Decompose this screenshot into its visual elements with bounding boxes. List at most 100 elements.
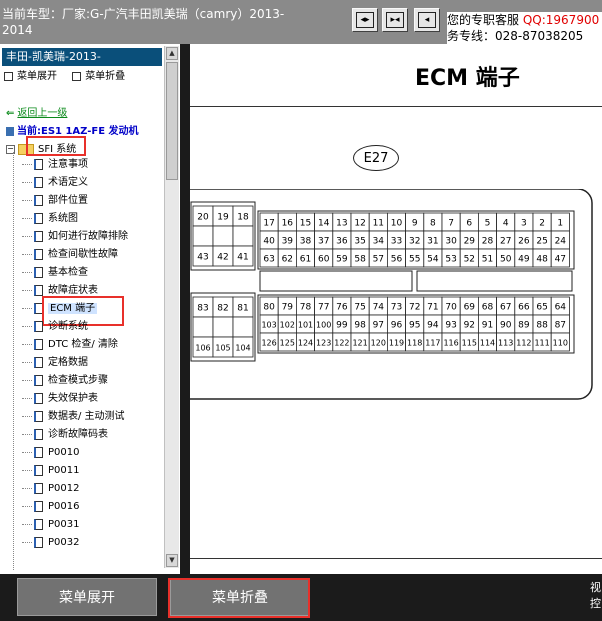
pin-number: 121 [352, 339, 367, 348]
pin-number: 20 [197, 213, 209, 223]
vehicle-label: 当前车型：厂家:G-广汽丰田凯美瑞（camry）2013-2014 [2, 7, 285, 37]
pin-number: 90 [500, 321, 512, 331]
document-icon [34, 194, 43, 206]
pin-number: 10 [391, 219, 403, 229]
pin-number: 32 [409, 237, 420, 247]
document-icon [34, 338, 43, 350]
tree-item-p0031[interactable]: P0031 [22, 516, 79, 534]
arrows-icon: ◂▸ [356, 12, 374, 28]
pin-number: 112 [516, 339, 531, 348]
sidebar: 丰田-凯美瑞-2013- 菜单展开 菜单折叠 ⇐ 返回上一级 当前:ES1 1AZ… [0, 44, 180, 574]
pin-number: 100 [316, 321, 331, 330]
tree-item-precautions[interactable]: 注意事项 [22, 156, 88, 174]
pin-number: 28 [482, 237, 494, 247]
tree-item-dtc-chart[interactable]: 诊断故障码表 [22, 426, 108, 444]
left-bottom-pin-cell [192, 316, 214, 338]
left-top-pin-cell [232, 225, 254, 247]
tree-item-troubleshooting[interactable]: 如何进行故障排除 [22, 228, 128, 246]
document-icon [34, 158, 43, 170]
pin-number: 40 [263, 237, 275, 247]
top-bar: 当前车型：厂家:G-广汽丰田凯美瑞（camry）2013-2014 ◂▸ ▸◂ … [0, 0, 602, 44]
toolbar-button-3[interactable]: ◂ [414, 8, 440, 32]
tree-item-p0012[interactable]: P0012 [22, 480, 79, 498]
document-icon [34, 176, 43, 188]
menu-collapse-link[interactable]: 菜单折叠 [72, 71, 125, 82]
pin-number: 79 [282, 303, 294, 313]
pin-number: 4 [503, 219, 509, 229]
tree-item-check-mode[interactable]: 检查模式步骤 [22, 372, 108, 390]
pin-number: 123 [316, 339, 331, 348]
tree-item-basic-inspection[interactable]: 基本检查 [22, 264, 88, 282]
expand-icon [4, 71, 13, 81]
pin-number: 64 [555, 303, 567, 313]
pin-number: 98 [354, 321, 366, 331]
pin-number: 115 [462, 339, 477, 348]
left-top-pin-cell [212, 225, 234, 247]
scroll-down-icon[interactable]: ▼ [166, 554, 178, 567]
pin-number: 41 [237, 253, 248, 263]
tree-item-p0032[interactable]: P0032 [22, 534, 79, 552]
left-bottom-pin-cell [232, 316, 254, 338]
pin-number: 2 [539, 219, 545, 229]
pin-number: 80 [263, 303, 275, 313]
pin-number: 50 [500, 255, 512, 265]
tree-item-p0010[interactable]: P0010 [22, 444, 79, 462]
pin-number: 33 [391, 237, 402, 247]
pin-number: 110 [553, 339, 568, 348]
menu-expand-button[interactable]: 菜单展开 [17, 578, 157, 616]
arrows-inward-icon: ▸◂ [386, 12, 404, 28]
tree-item-parts-location[interactable]: 部件位置 [22, 192, 88, 210]
tree-item-fail-safe[interactable]: 失效保护表 [22, 390, 98, 408]
pin-number: 42 [217, 253, 228, 263]
pin-number: 102 [280, 321, 295, 330]
pin-number: 76 [336, 303, 348, 313]
pin-number: 47 [555, 255, 566, 265]
pin-number: 95 [409, 321, 420, 331]
pin-number: 38 [300, 237, 312, 247]
pin-number: 5 [485, 219, 491, 229]
support-qq[interactable]: QQ:1967900 [523, 13, 599, 27]
tree-item-terms[interactable]: 术语定义 [22, 174, 88, 192]
pin-number: 6 [466, 219, 472, 229]
scroll-up-icon[interactable]: ▲ [166, 47, 178, 60]
document-icon [34, 446, 43, 458]
tree-item-dtc-check[interactable]: DTC 检查/ 清除 [22, 336, 118, 354]
document-icon [34, 500, 43, 512]
back-link[interactable]: ⇐ 返回上一级 [6, 104, 67, 119]
pin-number: 57 [373, 255, 384, 265]
pin-number: 25 [536, 237, 547, 247]
tree-item-intermittent[interactable]: 检查间歇性故障 [22, 246, 118, 264]
sidebar-scrollbar[interactable]: ▲ ▼ [164, 46, 179, 568]
pin-number: 55 [409, 255, 420, 265]
pin-number: 120 [371, 339, 386, 348]
menu-expand-link[interactable]: 菜单展开 [4, 71, 57, 82]
tree-item-freeze-frame[interactable]: 定格数据 [22, 354, 88, 372]
support-label: 您的专职客服 [447, 13, 520, 27]
document-icon [34, 536, 43, 548]
pin-number: 88 [536, 321, 548, 331]
tree-item-p0011[interactable]: P0011 [22, 462, 79, 480]
pin-number: 93 [445, 321, 456, 331]
pin-number: 97 [373, 321, 384, 331]
current-node[interactable]: 当前:ES1 1AZ-FE 发动机 [6, 122, 139, 137]
document-icon [34, 248, 43, 260]
pin-number: 126 [261, 339, 276, 348]
toolbar-button-1[interactable]: ◂▸ [352, 8, 378, 32]
pin-number: 105 [215, 344, 230, 353]
pin-number: 17 [263, 219, 274, 229]
left-top-pin-cell [192, 225, 214, 247]
pin-number: 35 [354, 237, 365, 247]
tree-item-p0016[interactable]: P0016 [22, 498, 79, 516]
pin-number: 18 [237, 213, 249, 223]
computer-icon [6, 126, 14, 136]
tree-item-data-list[interactable]: 数据表/ 主动测试 [22, 408, 125, 426]
panel-splitter[interactable] [180, 44, 190, 574]
pin-number: 19 [217, 213, 229, 223]
tree-item-diagnosis-system[interactable]: 诊断系统 [22, 318, 88, 336]
pin-number: 66 [518, 303, 530, 313]
toolbar-button-2[interactable]: ▸◂ [382, 8, 408, 32]
scroll-thumb[interactable] [166, 62, 178, 180]
tree-item-system-diagram[interactable]: 系统图 [22, 210, 78, 228]
pin-number: 39 [282, 237, 294, 247]
content-pane: ECM 端子 E27 20 19 18 43 42 41 83 82 81 106 105 104 17… [190, 44, 602, 574]
